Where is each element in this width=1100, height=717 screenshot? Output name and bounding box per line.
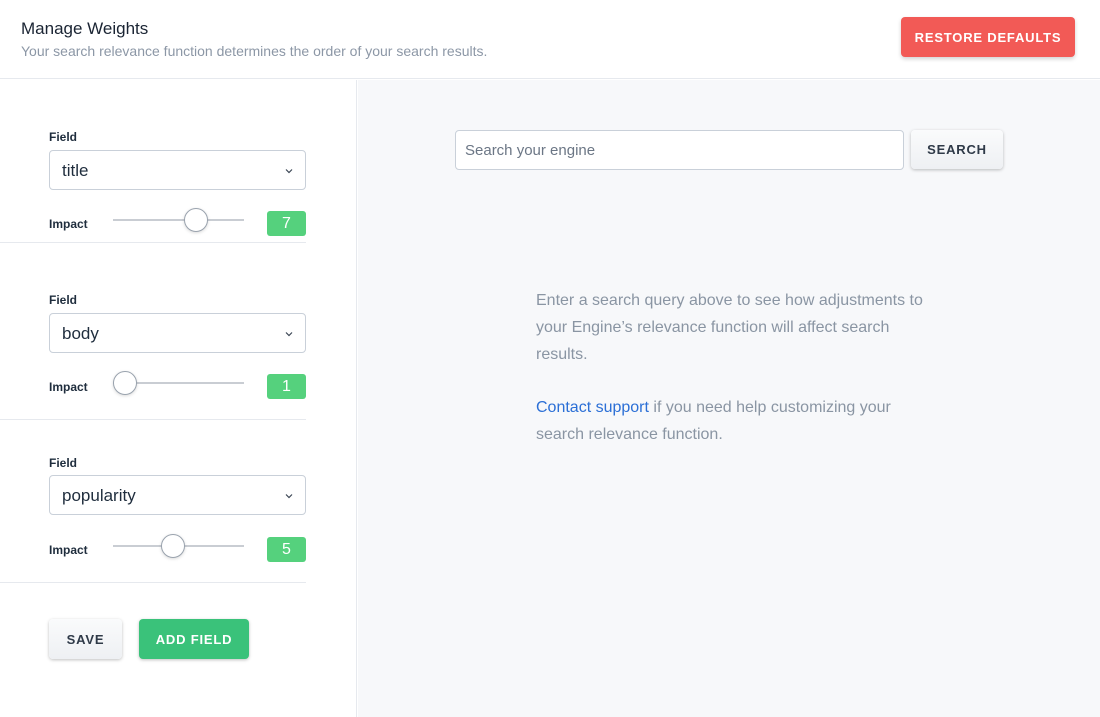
chevron-down-icon	[285, 494, 293, 499]
support-text: Contact support if you need help customi…	[536, 394, 936, 448]
page-header: Manage Weights Your search relevance fun…	[0, 0, 1100, 79]
field-select[interactable]: popularity	[49, 475, 306, 515]
impact-label: Impact	[49, 543, 88, 557]
impact-value-badge: 7	[267, 211, 306, 236]
restore-defaults-button[interactable]: RESTORE DEFAULTS	[901, 17, 1075, 57]
search-input[interactable]	[455, 130, 904, 170]
slider-thumb[interactable]	[113, 371, 137, 395]
contact-support-link[interactable]: Contact support	[536, 399, 649, 416]
slider-track	[113, 219, 244, 221]
field-select[interactable]: title	[49, 150, 306, 190]
page-subtitle: Your search relevance function determine…	[21, 43, 488, 59]
slider-thumb[interactable]	[184, 208, 209, 232]
impact-label: Impact	[49, 217, 88, 231]
search-button[interactable]: SEARCH	[911, 130, 1003, 169]
field-weight-block: Field popularity Impact 5	[0, 420, 306, 583]
impact-label: Impact	[49, 380, 88, 394]
field-select-value: body	[62, 324, 99, 343]
field-select[interactable]: body	[49, 313, 306, 353]
page-title: Manage Weights	[21, 19, 149, 38]
search-instructions-text: Enter a search query above to see how ad…	[536, 292, 923, 363]
impact-value-badge: 5	[267, 537, 306, 562]
add-field-button[interactable]: ADD FIELD	[139, 619, 249, 659]
field-select-value: popularity	[62, 486, 136, 505]
field-weight-block: Field title Impact 7	[0, 80, 306, 243]
search-preview-panel: SEARCH Enter a search query above to see…	[358, 80, 1100, 717]
field-label: Field	[49, 293, 78, 307]
weights-sidebar: Field title Impact 7 Field body Impact 1…	[0, 80, 357, 717]
impact-slider[interactable]	[113, 207, 244, 233]
field-label: Field	[49, 130, 78, 144]
field-weight-block: Field body Impact 1	[0, 257, 306, 420]
field-label: Field	[49, 456, 78, 470]
chevron-down-icon	[285, 169, 293, 174]
save-button[interactable]: SAVE	[49, 619, 122, 659]
slider-thumb[interactable]	[160, 534, 185, 558]
chevron-down-icon	[285, 332, 293, 337]
impact-value-badge: 1	[267, 374, 306, 399]
impact-slider[interactable]	[113, 533, 244, 559]
impact-slider[interactable]	[113, 370, 244, 396]
field-select-value: title	[62, 161, 89, 180]
